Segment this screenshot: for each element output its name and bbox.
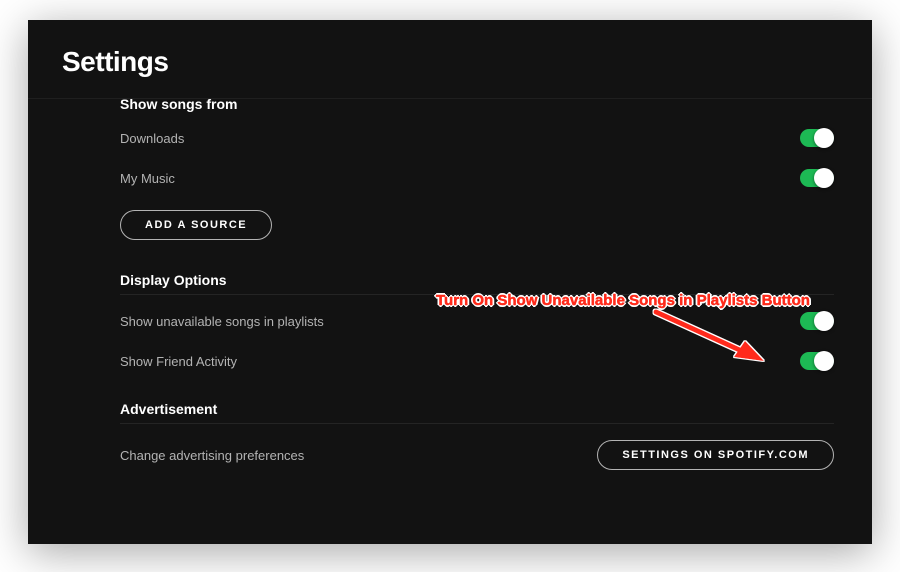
divider [120, 294, 834, 295]
toggle-knob [814, 351, 834, 371]
row-label: My Music [120, 171, 175, 186]
toggle-downloads[interactable] [800, 129, 834, 147]
settings-on-spotify-button[interactable]: Settings on Spotify.com [597, 440, 834, 470]
row-change-preferences: Change advertising preferences Settings … [120, 430, 834, 470]
divider [28, 98, 872, 99]
toggle-unavailable-songs[interactable] [800, 312, 834, 330]
divider [120, 423, 834, 424]
toggle-knob [814, 128, 834, 148]
toggle-my-music[interactable] [800, 169, 834, 187]
add-source-button[interactable]: Add a Source [120, 210, 272, 240]
toggle-knob [814, 311, 834, 331]
section-header-advertisement: Advertisement [120, 401, 834, 417]
row-label: Show Friend Activity [120, 354, 237, 369]
toggle-friend-activity[interactable] [800, 352, 834, 370]
page-title: Settings [62, 46, 838, 78]
row-downloads: Downloads [120, 118, 834, 158]
row-label: Show unavailable songs in playlists [120, 314, 324, 329]
section-header-display-options: Display Options [120, 272, 834, 288]
settings-content: Show songs from Downloads My Music Add a… [62, 96, 838, 470]
row-label: Change advertising preferences [120, 448, 304, 463]
row-label: Downloads [120, 131, 184, 146]
settings-window: Settings Show songs from Downloads My Mu… [28, 20, 872, 544]
row-my-music: My Music [120, 158, 834, 198]
row-friend-activity: Show Friend Activity [120, 341, 834, 381]
row-unavailable-songs: Show unavailable songs in playlists [120, 301, 834, 341]
toggle-knob [814, 168, 834, 188]
